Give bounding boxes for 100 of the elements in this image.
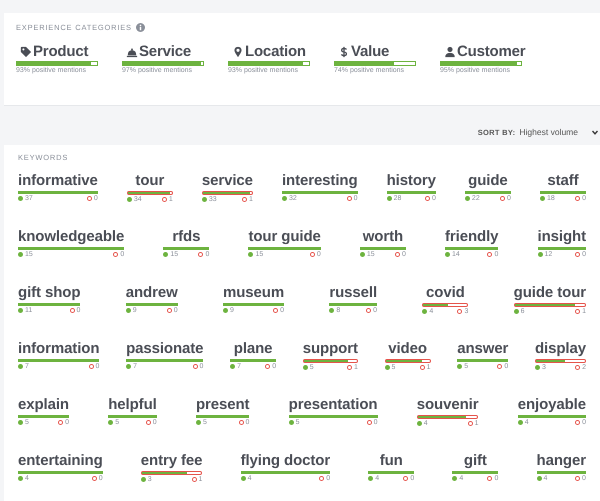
negative-ring-icon (575, 365, 580, 370)
negative-ring-icon (113, 252, 118, 257)
negative-ring-icon (346, 365, 352, 370)
keyword[interactable]: answer (457, 340, 508, 357)
positive-dot-icon (416, 421, 422, 426)
positive-dot-icon (445, 252, 450, 257)
sentiment-bar (464, 191, 511, 194)
positive-dot-icon (18, 476, 23, 481)
category-label: Value (351, 43, 390, 60)
keyword[interactable]: history (386, 172, 436, 189)
sentiment-bar (202, 191, 253, 195)
keyword[interactable]: display (534, 340, 586, 357)
keyword[interactable]: entry fee (140, 452, 202, 469)
keyword[interactable]: museum (222, 284, 284, 301)
keyword[interactable]: presentation (288, 396, 378, 413)
sentiment-bar (368, 471, 414, 474)
keyword[interactable]: guide (464, 172, 511, 189)
negative-ring-icon (238, 420, 244, 425)
keyword[interactable]: enjoyable (518, 396, 586, 413)
keyword[interactable]: service (202, 172, 253, 189)
sentiment-bar (536, 471, 586, 474)
keyword[interactable]: present (196, 396, 250, 413)
sentiment-bar (222, 303, 284, 306)
keyword[interactable]: informative (18, 172, 98, 189)
keyword[interactable]: fun (368, 452, 414, 469)
negative-ring-icon (366, 308, 372, 313)
keyword[interactable]: flying doctor (240, 452, 330, 469)
sentiment-bar (538, 247, 586, 250)
keyword[interactable]: knowledgeable (18, 228, 124, 245)
positive-dot-icon (18, 196, 23, 201)
sentiment-bar (140, 471, 202, 475)
negative-ring-icon (575, 476, 580, 481)
negative-ring-icon (575, 309, 580, 314)
info-icon[interactable] (136, 23, 145, 32)
keyword[interactable]: russell (329, 284, 378, 301)
keyword[interactable]: explain (18, 396, 69, 413)
positive-dot-icon (457, 364, 462, 369)
sort-dropdown[interactable]: Highest volume (519, 127, 578, 137)
keyword[interactable]: souvenir (416, 396, 478, 413)
negative-ring-icon (92, 476, 97, 481)
positive-dot-icon (368, 476, 374, 481)
positive-dot-icon (163, 252, 168, 257)
category-label: Product (33, 43, 88, 60)
sentiment-bar (18, 303, 80, 306)
sentiment-bar (126, 303, 178, 306)
keyword[interactable]: tour guide (248, 228, 321, 245)
keyword[interactable]: passionate (126, 340, 204, 357)
negative-ring-icon (265, 364, 270, 369)
keyword[interactable]: interesting (282, 172, 358, 189)
keyword[interactable]: support (302, 340, 358, 357)
positive-dot-icon (386, 196, 392, 201)
sentiment-bar (457, 359, 508, 362)
keyword[interactable]: information (18, 340, 100, 357)
negative-ring-icon (86, 196, 92, 201)
keyword[interactable]: hanger (536, 452, 586, 469)
negative-ring-icon (403, 476, 408, 481)
negative-ring-icon (487, 476, 492, 481)
tag-icon (20, 46, 32, 58)
keyword[interactable]: staff (540, 172, 586, 189)
positive-dot-icon (240, 476, 246, 481)
keyword[interactable]: gift shop (18, 284, 80, 301)
keyword[interactable]: gift (452, 452, 498, 469)
negative-ring-icon (146, 420, 151, 425)
positive-dot-icon (464, 196, 470, 201)
chevron-icon[interactable] (592, 130, 598, 134)
negative-ring-icon (497, 364, 502, 369)
sentiment-bar (108, 415, 157, 418)
keyword[interactable]: helpful (108, 396, 157, 413)
keyword[interactable]: insight (538, 228, 586, 245)
sentiment-bar (386, 191, 436, 194)
keyword[interactable]: guide tour (514, 284, 586, 301)
negative-ring-icon (319, 476, 324, 481)
sentiment-bar (384, 359, 431, 363)
negative-ring-icon (394, 252, 400, 257)
category-label: Location (245, 43, 306, 60)
positive-dot-icon (536, 476, 542, 481)
keyword[interactable]: entertaining (18, 452, 103, 469)
keyword[interactable]: rfds (163, 228, 210, 245)
negative-ring-icon (242, 197, 247, 202)
keyword[interactable]: worth (360, 228, 406, 245)
keyword[interactable]: andrew (126, 284, 178, 301)
keyword[interactable]: video (384, 340, 431, 357)
negative-ring-icon (58, 420, 64, 425)
sentiment-bar (518, 415, 586, 418)
sentiment-bar (230, 359, 276, 362)
keyword[interactable]: covid (422, 284, 468, 301)
bell-icon (126, 46, 138, 58)
negative-ring-icon (192, 477, 197, 482)
negative-ring-icon (487, 252, 492, 257)
positive-dot-icon (18, 252, 23, 257)
positive-dot-icon (360, 252, 365, 257)
keyword[interactable]: tour (126, 172, 173, 189)
negative-ring-icon (420, 365, 425, 370)
negative-ring-icon (346, 196, 352, 201)
sentiment-bar (360, 247, 406, 250)
positive-dot-icon (538, 252, 542, 257)
keyword[interactable]: plane (230, 340, 276, 357)
keyword[interactable]: friendly (445, 228, 498, 245)
positive-dot-icon (514, 309, 519, 314)
positive-dot-icon (534, 365, 540, 370)
